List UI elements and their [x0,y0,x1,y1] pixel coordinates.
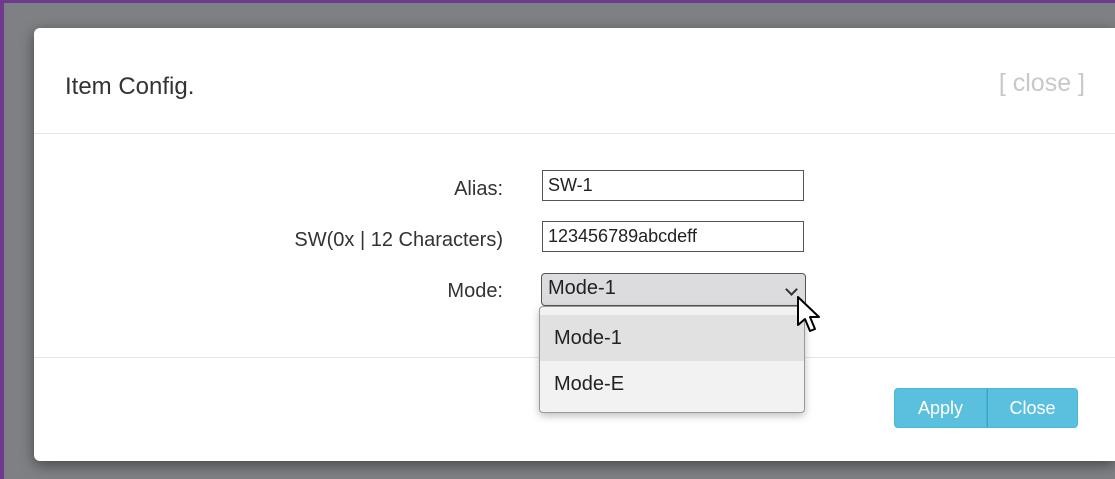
alias-input[interactable] [542,170,804,201]
chevron-down-icon [785,283,798,296]
mode-select[interactable]: Mode-1 [541,273,806,306]
mode-label: Mode: [447,280,503,302]
alias-label: Alias: [454,178,503,200]
window-frame-top [0,0,1115,3]
sw-row: SW(0x | 12 Characters) [34,221,1115,257]
footer-button-group: Apply Close [894,388,1078,428]
close-link[interactable]: [ close ] [999,69,1085,98]
modal-title: Item Config. [65,73,195,100]
modal-header: Item Config. [ close ] [34,28,1115,134]
close-button[interactable]: Close [987,388,1078,428]
mouse-pointer-icon [797,296,820,332]
mode-row: Mode: Mode-1 [34,272,1115,308]
sw-label: SW(0x | 12 Characters) [294,229,503,251]
mode-option[interactable]: Mode-E [540,361,804,407]
window-frame-left [0,0,4,479]
alias-row: Alias: [34,170,1115,206]
mode-option[interactable]: Mode-1 [540,315,804,361]
mode-dropdown-list: Mode-1 Mode-E [539,306,805,413]
apply-button[interactable]: Apply [894,388,987,428]
sw-input[interactable] [542,221,804,252]
mode-select-value: Mode-1 [548,277,616,299]
